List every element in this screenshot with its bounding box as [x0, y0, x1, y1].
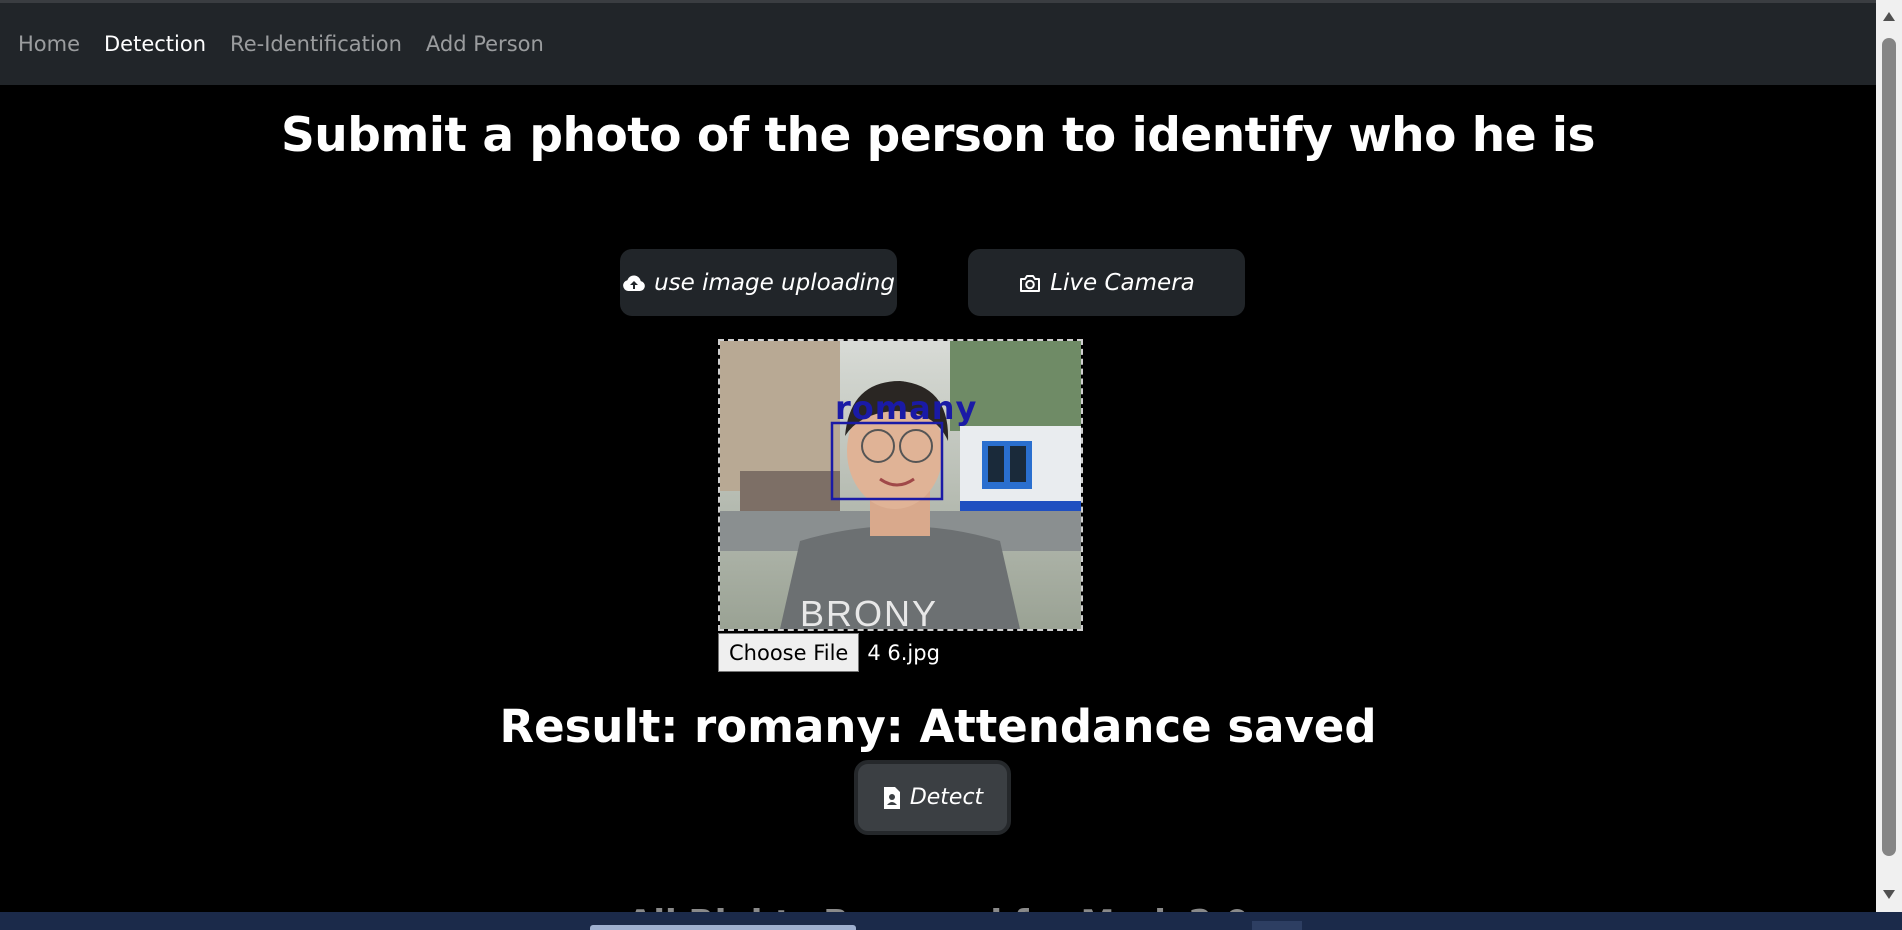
vertical-scrollbar[interactable] — [1876, 0, 1902, 912]
camera-icon — [1020, 274, 1041, 292]
live-camera-label: Live Camera — [1050, 269, 1195, 296]
scrollbar-thumb[interactable] — [1882, 38, 1896, 856]
page-title: Submit a photo of the person to identify… — [280, 108, 1596, 163]
nav-link-home[interactable]: Home — [18, 32, 80, 56]
scroll-up-arrow-icon[interactable] — [1883, 12, 1895, 21]
selected-file-name: 4 6.jpg — [867, 640, 940, 665]
result-text: Result: romany: Attendance saved — [499, 700, 1377, 753]
detect-button[interactable]: Detect — [854, 760, 1011, 835]
taskbar-strip — [0, 912, 1902, 930]
nav-link-detection[interactable]: Detection — [104, 32, 206, 56]
navbar: Home Detection Re-Identification Add Per… — [0, 3, 1876, 85]
live-camera-button[interactable]: Live Camera — [968, 249, 1245, 316]
file-person-icon — [883, 786, 900, 809]
upload-mode-label: use image uploading — [654, 269, 895, 296]
detected-name-label: romany — [835, 389, 977, 427]
preview-photo: BRONY romany — [720, 341, 1081, 629]
taskbar-tab — [590, 925, 856, 930]
upload-mode-button[interactable]: use image uploading — [620, 249, 897, 316]
scroll-down-arrow-icon[interactable] — [1883, 890, 1895, 899]
cloud-upload-icon — [623, 274, 645, 291]
image-preview: BRONY romany — [718, 339, 1083, 631]
file-input[interactable]: Choose File 4 6.jpg — [718, 633, 940, 672]
detect-label: Detect — [909, 785, 984, 810]
nav-link-add-person[interactable]: Add Person — [426, 32, 544, 56]
nav-link-re-identification[interactable]: Re-Identification — [230, 32, 402, 56]
shirt-text: BRONY — [800, 593, 938, 629]
taskbar-item — [1252, 921, 1302, 930]
choose-file-button[interactable]: Choose File — [718, 633, 860, 672]
